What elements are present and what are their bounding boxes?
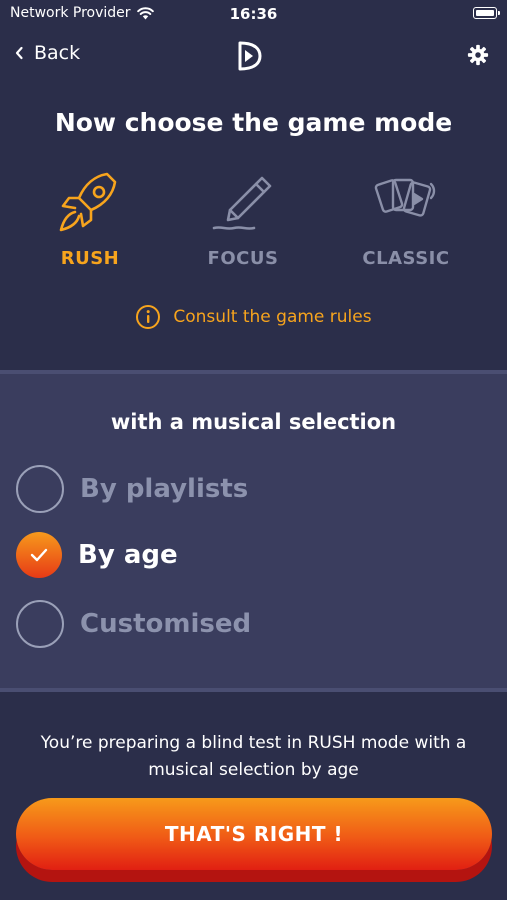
check-icon	[30, 548, 48, 562]
option-by-playlists-label: By playlists	[80, 474, 249, 504]
radio-checked-icon[interactable]	[16, 532, 62, 578]
mode-classic[interactable]: CLASSIC	[336, 168, 476, 269]
page-title: Now choose the game mode	[54, 108, 453, 137]
game-rules-link[interactable]: Consult the game rules	[0, 304, 507, 330]
option-by-age-label: By age	[78, 540, 178, 570]
pencil-icon	[212, 176, 272, 230]
game-rules-label: Consult the game rules	[173, 307, 372, 327]
info-icon	[136, 305, 161, 329]
radio-unchecked-icon[interactable]	[16, 465, 64, 513]
battery-icon	[473, 7, 500, 19]
selection-title: with a musical selection	[110, 410, 397, 434]
cards-icon	[374, 178, 436, 217]
mode-focus[interactable]: FOCUS	[173, 168, 313, 269]
option-customised[interactable]: Customised	[16, 600, 251, 648]
back-label: Back	[34, 42, 81, 64]
mode-rush-label: RUSH	[60, 248, 120, 269]
rocket-icon	[59, 172, 117, 232]
confirm-button-label: THAT'S RIGHT !	[164, 822, 344, 846]
confirm-button[interactable]: THAT'S RIGHT !	[16, 798, 492, 870]
radio-unchecked-icon[interactable]	[16, 600, 64, 648]
app-logo-icon	[238, 41, 262, 71]
divider-bottom	[0, 688, 507, 692]
option-by-age[interactable]: By age	[16, 532, 178, 578]
nav-bar: Back	[0, 36, 507, 76]
chevron-left-icon	[15, 46, 23, 60]
mode-rush[interactable]: RUSH	[20, 168, 160, 269]
status-time: 16:36	[229, 5, 278, 23]
mode-focus-label: FOCUS	[207, 248, 279, 269]
option-customised-label: Customised	[80, 609, 252, 639]
mode-classic-label: CLASSIC	[362, 248, 450, 269]
gear-icon[interactable]	[467, 44, 489, 66]
selection-summary: You’re preparing a blind test in RUSH mo…	[40, 733, 467, 780]
status-bar: Network Provider 16:36	[0, 0, 507, 28]
back-button[interactable]: Back	[14, 42, 80, 64]
option-by-playlists[interactable]: By playlists	[16, 465, 248, 513]
